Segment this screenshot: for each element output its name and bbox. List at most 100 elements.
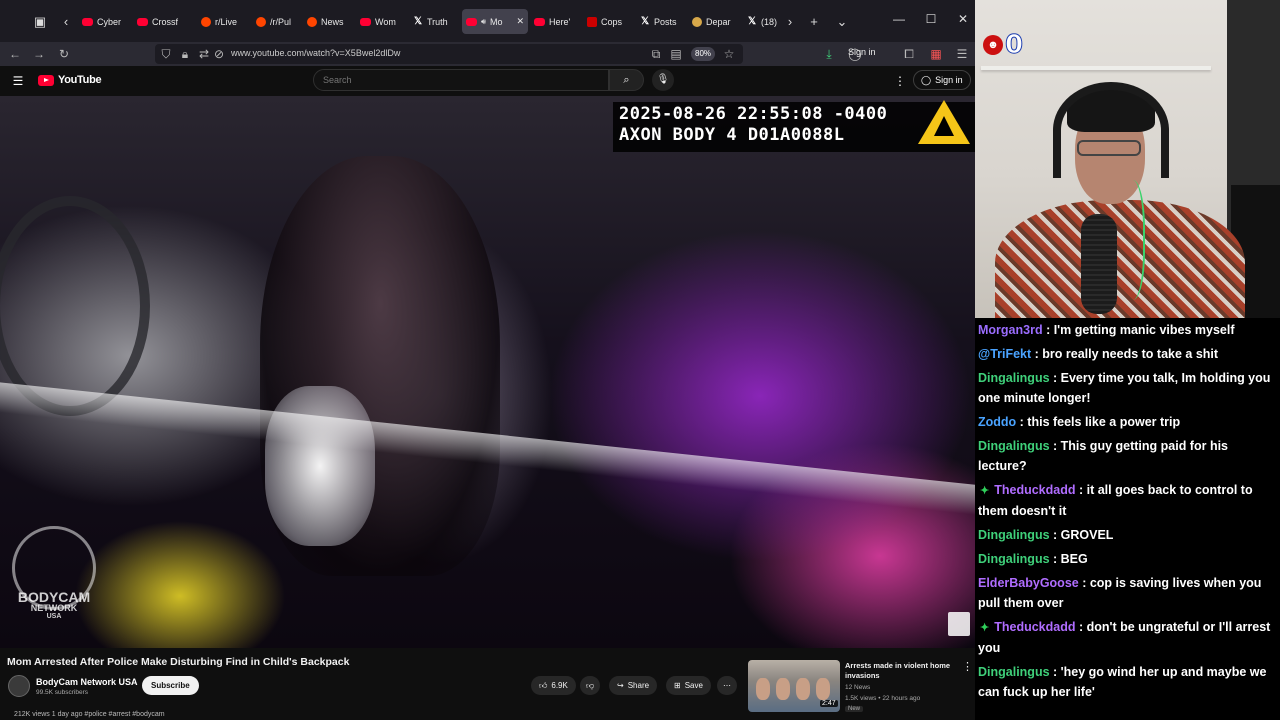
chat-username: @TriFekt: [978, 347, 1032, 361]
search-input[interactable]: [323, 75, 603, 85]
picture-in-picture-icon[interactable]: ⧉: [647, 45, 665, 63]
url-bar[interactable]: ⛉ 🔒︎ ⇄ ⊘ www.youtube.com/watch?v=X5Bwel2…: [155, 44, 743, 64]
glasses: [1077, 140, 1141, 156]
chat-username: Dingalingus: [978, 371, 1050, 385]
channel-avatar[interactable]: [8, 675, 30, 697]
browser-tab[interactable]: Cops: [583, 11, 631, 33]
close-tab-icon[interactable]: ✕: [516, 16, 524, 27]
globe-icon: [692, 17, 702, 27]
chat-message: ✦ Theduckdadd : it all goes back to contr…: [978, 480, 1277, 521]
reload-icon[interactable]: ↻: [55, 45, 73, 63]
dislike-button[interactable]: 👎︎: [580, 676, 601, 695]
list-tabs-chevron-icon[interactable]: ⌄: [832, 12, 852, 32]
recommended-menu-icon[interactable]: ⋮: [962, 660, 973, 673]
browser-tab[interactable]: /r/Pul: [252, 11, 298, 33]
browser-tab[interactable]: Wom: [356, 11, 404, 33]
close-window-icon[interactable]: ✕: [955, 12, 971, 26]
subscriber-badge-icon: ✦: [980, 622, 990, 634]
reddit-icon: [307, 17, 317, 27]
bookmark-star-icon[interactable]: ☆: [720, 45, 738, 63]
reader-view-icon[interactable]: ▤: [667, 45, 685, 63]
video-info: Mom Arrested After Police Make Disturbin…: [0, 648, 975, 720]
tab-label: Crossf: [152, 17, 179, 27]
browser-tab[interactable]: 𝕏 (18) T: [743, 11, 779, 33]
youtube-play-icon: [38, 74, 54, 86]
headphones-icon: [1053, 82, 1169, 178]
new-tab-icon[interactable]: +: [804, 12, 824, 32]
save-button[interactable]: ⊞ Save: [666, 676, 711, 695]
views-and-tags: 212K views 1 day ago #police #arrest #bo…: [14, 711, 165, 718]
tab-label: r/Live: [215, 17, 238, 27]
youtube-icon: [466, 17, 477, 26]
youtube-icon: [137, 18, 148, 26]
camera-blocked-icon[interactable]: ⊘: [210, 45, 228, 63]
addon-badge-icon[interactable]: ▦: [927, 45, 945, 63]
video-player[interactable]: 2025-08-26 22:55:08 -0400 AXON BODY 4 D0…: [0, 96, 975, 648]
tab-label: Wom: [375, 17, 396, 27]
chat-message: Dingalingus : This guy getting paid for …: [978, 436, 1277, 476]
tab-label: Mo: [490, 16, 503, 27]
search-box[interactable]: [313, 69, 609, 91]
subscriber-count: 99.5K subscribers: [36, 689, 89, 696]
death-counter: ☻ 0: [983, 30, 1024, 61]
chat-message: @TriFekt : bro really needs to take a sh…: [978, 344, 1277, 364]
download-icon[interactable]: ⤓: [820, 45, 838, 63]
extensions-icon[interactable]: ⧠: [900, 45, 918, 63]
user-circle-icon: ◯: [921, 75, 932, 85]
browser-tab[interactable]: 𝕏 Posts: [636, 11, 684, 33]
thumbs-down-icon: 👎︎: [586, 681, 595, 690]
x-icon: 𝕏: [413, 16, 423, 27]
webcam-feed: ☻ 0: [975, 0, 1280, 318]
zoom-level[interactable]: 80%: [691, 47, 716, 61]
browser-tab[interactable]: 𝕏 Truth: [409, 11, 457, 33]
tab-scroll-right-icon[interactable]: ›: [780, 12, 800, 32]
chat-username: Theduckdadd: [994, 620, 1076, 634]
tab-scroll-left-icon[interactable]: ‹: [56, 12, 76, 32]
browser-tab[interactable]: Depar: [688, 11, 738, 33]
recommended-thumbnail[interactable]: 2:47: [748, 660, 840, 712]
browser-tab[interactable]: News: [303, 11, 351, 33]
tab-manager-icon[interactable]: ▣: [30, 12, 50, 32]
thumbs-up-icon: 👍︎: [539, 681, 548, 690]
app-menu-icon[interactable]: ☰: [953, 45, 971, 63]
recommended-title[interactable]: Arrests made in violent home invasions: [845, 661, 957, 681]
firefox-signin[interactable]: Sign in: [848, 47, 876, 57]
chat-panel: Morgan3rd : I'm getting manic vibes myse…: [975, 318, 1280, 720]
more-options-icon[interactable]: ⋮: [891, 72, 909, 90]
browser-tab[interactable]: Crossf: [133, 11, 191, 33]
chat-message: Zoddo : this feels like a power trip: [978, 412, 1277, 432]
counter-value: 0: [1004, 30, 1024, 61]
screen: ▣ ‹ Cyber Crossf r/Live/r/Pul News Wom 𝕏 Truth…: [0, 0, 1280, 720]
x-icon: 𝕏: [747, 16, 757, 27]
youtube-signin-button[interactable]: ◯ Sign in: [913, 70, 971, 90]
lock-icon[interactable]: 🔒︎: [176, 45, 194, 63]
browser-tab[interactable]: Here': [530, 11, 578, 33]
browser-tab[interactable]: Cyber: [78, 11, 128, 33]
forward-icon[interactable]: →: [30, 45, 48, 63]
recommended-video[interactable]: 2:47 Arrests made in violent home invasi…: [748, 660, 975, 720]
shield-icon[interactable]: ⛉: [157, 45, 175, 63]
maximize-icon[interactable]: ☐: [923, 12, 939, 26]
chat-text: : I'm getting manic vibes myself: [1042, 323, 1235, 337]
microphone-icon[interactable]: 🎙︎: [652, 69, 674, 91]
search-icon[interactable]: ⌕: [609, 69, 644, 91]
subscribe-button[interactable]: Subscribe: [142, 676, 199, 695]
more-actions-button[interactable]: ⋯: [717, 676, 737, 695]
speaker-icon[interactable]: 🔊︎: [481, 17, 486, 27]
chat-text: : BEG: [1049, 552, 1088, 566]
back-icon[interactable]: ←: [6, 45, 24, 63]
share-button[interactable]: ↪ Share: [609, 676, 658, 695]
chat-text: : bro really needs to take a shit: [1031, 347, 1219, 361]
like-button[interactable]: 👍︎ 6.9K: [531, 676, 576, 695]
tab-label: (18) T: [761, 17, 779, 27]
youtube-logo[interactable]: YouTube: [38, 74, 102, 86]
browser-tab[interactable]: 🔊︎ Mo ✕: [462, 9, 528, 34]
chat-message: Morgan3rd : I'm getting manic vibes myse…: [978, 320, 1277, 340]
hamburger-menu-icon[interactable]: ☰: [9, 72, 27, 90]
corner-logo-icon[interactable]: [948, 612, 970, 636]
tab-label: Depar: [706, 17, 731, 27]
browser-tab[interactable]: r/Live: [197, 11, 247, 33]
minimize-icon[interactable]: —: [891, 12, 907, 26]
channel-name[interactable]: BodyCam Network USA: [36, 677, 138, 687]
watermark-line-3: USA: [46, 613, 62, 620]
